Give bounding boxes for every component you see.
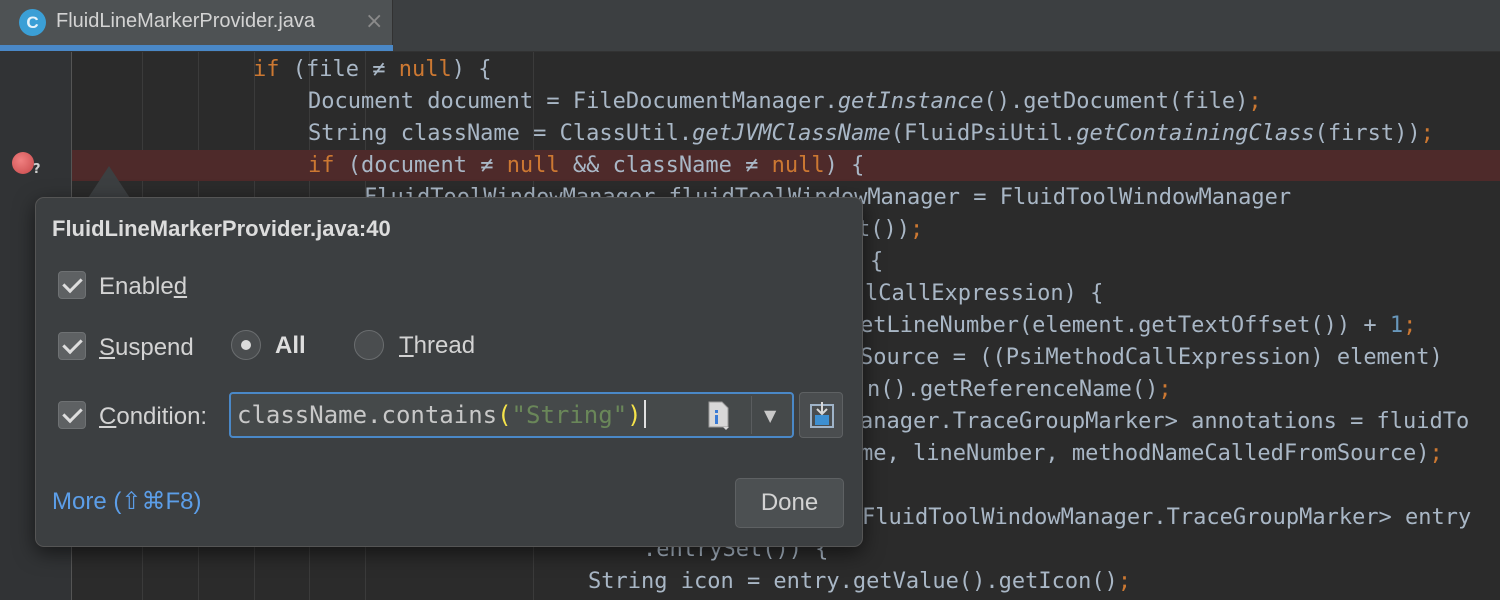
code-line: Source = ((PsiMethodCallExpression) elem…	[860, 345, 1443, 370]
breakpoint-icon[interactable]	[12, 152, 34, 174]
popup-title: FluidLineMarkerProvider.java:40	[52, 216, 391, 241]
editor-tab-bar: C FluidLineMarkerProvider.java ×	[0, 0, 1500, 52]
enabled-checkbox[interactable]	[58, 271, 86, 299]
condition-checkbox[interactable]	[58, 401, 86, 429]
tab-title: FluidLineMarkerProvider.java	[56, 10, 316, 32]
code-line: n().getReferenceName();	[867, 377, 1172, 402]
suspend-checkbox[interactable]	[58, 332, 86, 360]
condition-label[interactable]: Condition:	[99, 403, 207, 431]
text-caret	[643, 400, 646, 428]
condition-expression[interactable]: className.contains("String")	[237, 399, 646, 431]
suspend-all-label[interactable]: All	[275, 332, 306, 360]
code-line: if (file ≠ null) {	[253, 57, 492, 82]
code-line: me, lineNumber, methodNameCalledFromSour…	[860, 441, 1443, 466]
suspend-thread-label[interactable]: Thread	[399, 332, 475, 360]
code-line: etLineNumber(element.getTextOffset()) + …	[860, 313, 1417, 338]
expand-editor-button[interactable]	[799, 392, 843, 438]
done-button[interactable]: Done	[735, 478, 844, 528]
java-class-icon: C	[19, 9, 46, 36]
suspend-thread-radio[interactable]	[354, 330, 384, 360]
enabled-label[interactable]: Enabled	[99, 273, 187, 301]
close-icon[interactable]: ×	[365, 9, 383, 34]
condition-input[interactable]: className.contains("String") ▼	[229, 392, 794, 438]
suspend-all-radio[interactable]	[231, 330, 261, 360]
input-separator	[751, 396, 752, 434]
file-tab[interactable]: C FluidLineMarkerProvider.java ×	[0, 0, 393, 45]
more-link[interactable]: More (⇧⌘F8)	[52, 487, 201, 516]
code-line: String className = ClassUtil.getJVMClass…	[308, 121, 1434, 146]
code-line: {	[870, 249, 884, 274]
code-line: String icon = entry.getValue().getIcon()…	[588, 569, 1132, 594]
code-line: Document document = FileDocumentManager.…	[308, 89, 1262, 114]
code-line: if (document ≠ null && className ≠ null)…	[308, 153, 865, 178]
code-line: FluidToolWindowManager.TraceGroupMarker>…	[862, 505, 1472, 530]
active-tab-indicator	[0, 45, 393, 51]
breakpoint-popup: FluidLineMarkerProvider.java:40 Enabled …	[35, 197, 863, 547]
popup-pointer	[88, 166, 130, 198]
expand-editor-icon	[810, 402, 834, 428]
chevron-down-icon[interactable]: ▼	[764, 406, 776, 425]
code-line: lCallExpression) {	[865, 281, 1104, 306]
code-line: t());	[857, 217, 924, 242]
suspend-label[interactable]: Suspend	[99, 334, 194, 362]
code-line: anager.TraceGroupMarker> annotations = f…	[860, 409, 1470, 434]
breakpoint-condition-marker: ?	[33, 162, 41, 177]
documentation-icon[interactable]	[707, 401, 731, 431]
